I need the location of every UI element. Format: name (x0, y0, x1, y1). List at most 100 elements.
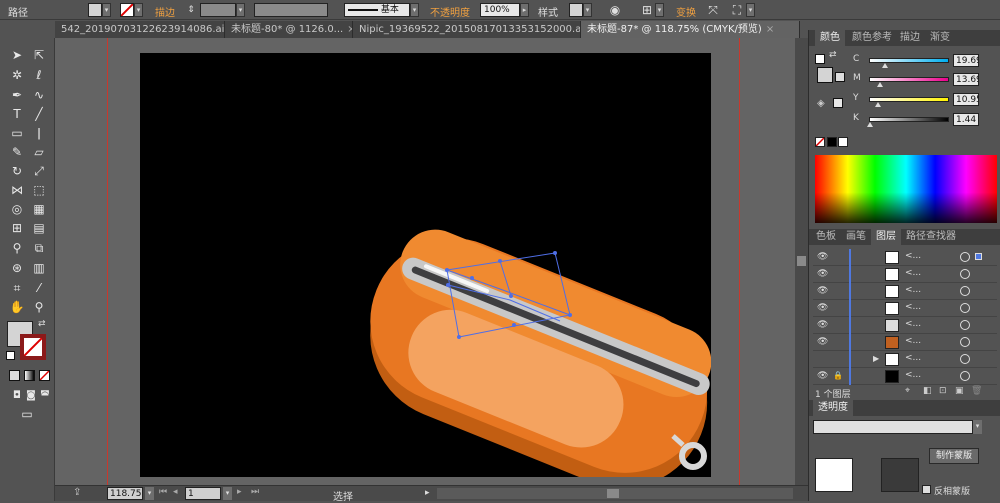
fill-dropdown-icon[interactable]: ▾ (102, 3, 111, 17)
artboard[interactable] (140, 53, 712, 485)
shape-builder-tool-icon[interactable]: ◎ (8, 200, 26, 218)
slider-thumb-icon[interactable] (876, 82, 883, 87)
color-spectrum[interactable] (815, 155, 997, 223)
layer-row[interactable]: 👁 <... (813, 283, 997, 300)
make-mask-button[interactable]: 制作蒙版 (929, 448, 979, 464)
anchor-point[interactable] (498, 259, 502, 263)
target-circle-icon[interactable] (960, 269, 970, 279)
isolate-icon[interactable]: ⤧ (706, 3, 720, 17)
slider-thumb-icon[interactable] (881, 63, 888, 68)
anchor-point[interactable] (457, 335, 461, 339)
blend-mode-select[interactable] (813, 420, 973, 434)
target-circle-icon[interactable] (960, 337, 970, 347)
blend-mode-dropdown-icon[interactable]: ▾ (973, 420, 982, 434)
pen-tool-icon[interactable]: ✒ (8, 86, 26, 104)
rectangle-tool-icon[interactable]: ▭ (8, 124, 26, 142)
slice-tool-icon[interactable]: ⁄ (30, 279, 48, 297)
white-swatch[interactable] (838, 137, 848, 147)
paintbrush-tool-icon[interactable]: ǀ (30, 124, 48, 142)
anchor-point[interactable] (446, 283, 450, 287)
magenta-value-field[interactable]: 13.69 (953, 73, 979, 86)
opacity-label[interactable]: 不透明度 (430, 4, 470, 19)
document-tab[interactable]: 未标题-80* @ 1126.0...× (225, 21, 353, 38)
stroke-swatch[interactable] (120, 3, 134, 17)
brush-definition-field[interactable]: 基本 (344, 3, 410, 17)
tab-brushes[interactable]: 画笔 (841, 229, 871, 245)
gradient-tool-icon[interactable]: ▤ (30, 219, 48, 237)
share-icon[interactable]: ⇪ (73, 487, 81, 498)
anchor-point[interactable] (509, 294, 513, 298)
artboard-number-field[interactable]: 1 (185, 487, 221, 500)
recolor-artwork-icon[interactable]: ◉ (608, 3, 622, 17)
perspective-grid-tool-icon[interactable]: ▦ (30, 200, 48, 218)
stroke-weight-stepper-icon[interactable]: ⇕ (184, 3, 198, 17)
visibility-eye-icon[interactable]: 👁 (817, 286, 829, 296)
tab-transparency[interactable]: 透明度 (813, 400, 853, 416)
visibility-eye-icon[interactable]: 👁 (817, 269, 829, 279)
scale-tool-icon[interactable]: ⤢ (30, 162, 48, 180)
clipping-mask-icon[interactable]: ◧ (923, 386, 932, 396)
slider-thumb-icon[interactable] (874, 102, 881, 107)
variable-width-profile[interactable] (254, 3, 328, 17)
tab-color[interactable]: 颜色 (815, 30, 845, 46)
line-tool-icon[interactable]: ╱ (30, 105, 48, 123)
anchor-point[interactable] (512, 323, 516, 327)
eraser-tool-icon[interactable]: ▱ (30, 143, 48, 161)
target-circle-icon[interactable] (960, 286, 970, 296)
type-tool-icon[interactable]: T (8, 105, 26, 123)
last-artboard-icon[interactable]: ⏭ (251, 487, 259, 497)
layer-row[interactable]: 👁 🔒 <... (813, 368, 997, 385)
yellow-value-field[interactable]: 10.95 (953, 93, 979, 106)
tab-swatches[interactable]: 色板 (811, 229, 841, 245)
lock-icon[interactable]: 🔒 (833, 371, 843, 381)
transform-link[interactable]: 变换 (676, 4, 696, 19)
status-menu-icon[interactable]: ▸ (425, 488, 430, 498)
prev-artboard-icon[interactable]: ◂ (173, 487, 178, 497)
none-mode-icon[interactable] (39, 370, 50, 381)
horizontal-scrollbar[interactable] (437, 488, 793, 499)
vertical-scrollbar[interactable] (795, 38, 808, 485)
canvas-area[interactable] (55, 38, 795, 485)
symbol-sprayer-tool-icon[interactable]: ⊛ (8, 259, 26, 277)
scroll-thumb[interactable] (797, 256, 806, 266)
stroke-dropdown-icon[interactable]: ▾ (134, 3, 143, 17)
mask-thumbnail[interactable] (881, 458, 919, 492)
target-circle-icon[interactable] (960, 303, 970, 313)
target-circle-icon[interactable] (960, 371, 970, 381)
zoom-dropdown-icon[interactable]: ▾ (145, 487, 154, 500)
magic-wand-tool-icon[interactable]: ✲ (8, 66, 26, 84)
anchor-point[interactable] (553, 251, 557, 255)
select-similar-dropdown-icon[interactable]: ▾ (746, 3, 755, 17)
selection-indicator[interactable] (975, 253, 982, 260)
cyan-value-field[interactable]: 19.69 (953, 54, 979, 67)
tab-gradient[interactable]: 渐变 (925, 30, 955, 46)
tab-color-guide[interactable]: 颜色参考 (847, 30, 897, 46)
zoom-tool-icon[interactable]: ⚲ (30, 298, 48, 316)
hand-tool-icon[interactable]: ✋ (8, 298, 26, 316)
yellow-slider[interactable]: Y 10.95 (813, 93, 1000, 107)
next-artboard-icon[interactable]: ▸ (237, 487, 242, 497)
anchor-point[interactable] (445, 268, 449, 272)
opacity-field[interactable]: 100% (480, 3, 520, 17)
visibility-eye-icon[interactable]: 👁 (817, 303, 829, 313)
layer-row[interactable]: ▶ <... (813, 351, 997, 368)
layer-row[interactable]: 👁 <... (813, 334, 997, 351)
new-sublayer-icon[interactable]: ⊡ (939, 386, 947, 396)
target-circle-icon[interactable] (960, 354, 970, 364)
black-swatch[interactable] (827, 137, 837, 147)
screen-mode-icon[interactable]: ▭ (18, 405, 36, 423)
document-tab[interactable]: 542_20190703122623914086.ai*× (55, 21, 225, 38)
visibility-eye-icon[interactable] (817, 354, 829, 364)
first-artboard-icon[interactable]: ⏮ (159, 487, 167, 497)
column-graph-tool-icon[interactable]: ▥ (30, 259, 48, 277)
target-circle-icon[interactable] (960, 252, 970, 262)
invert-mask-checkbox[interactable] (922, 485, 931, 494)
layer-row[interactable]: 👁 <... (813, 300, 997, 317)
layer-row[interactable]: 👁 <... (813, 249, 997, 266)
draw-inside-icon[interactable]: ◚ (36, 387, 54, 405)
align-dropdown-icon[interactable]: ▾ (655, 3, 664, 17)
tab-pathfinder[interactable]: 路径查找器 (901, 229, 961, 245)
default-colors-icon[interactable] (6, 351, 15, 360)
artboard-dropdown-icon[interactable]: ▾ (223, 487, 232, 500)
target-circle-icon[interactable] (960, 320, 970, 330)
